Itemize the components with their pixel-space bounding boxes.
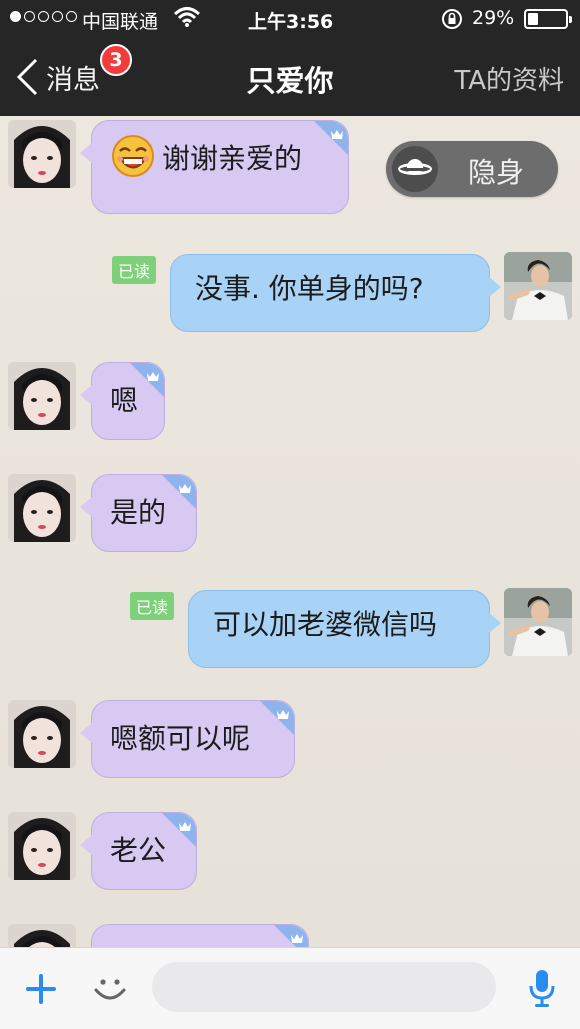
profile-button[interactable]: TA的资料 bbox=[454, 60, 564, 97]
message-bubble-incoming[interactable]: 是的 bbox=[80, 474, 197, 552]
smile-icon[interactable] bbox=[92, 970, 128, 1006]
message-bubble-outgoing[interactable]: 可以加老婆微信吗 bbox=[188, 590, 501, 668]
carrier-name: 中国联通 bbox=[82, 11, 159, 33]
grin-emoji-icon bbox=[110, 133, 156, 179]
message-text: 是的 bbox=[110, 496, 167, 529]
nav-bar: 消息 3 只爱你 TA的资料 bbox=[0, 38, 580, 116]
message-input[interactable] bbox=[152, 962, 496, 1012]
message-bubble-incoming[interactable]: 嗯 bbox=[80, 362, 165, 440]
message-bubble-incoming[interactable]: 嗯额可以呢 bbox=[80, 700, 295, 778]
message-bubble-incoming[interactable] bbox=[91, 924, 309, 947]
clock: 上午3:56 bbox=[248, 11, 334, 33]
battery-icon bbox=[524, 9, 572, 29]
planet-icon bbox=[392, 146, 438, 192]
my-avatar[interactable] bbox=[504, 252, 572, 320]
back-button[interactable]: 消息 bbox=[14, 54, 100, 100]
signal-dots-icon bbox=[10, 11, 77, 22]
status-bar: 中国联通 上午3:56 29% bbox=[0, 0, 580, 38]
contact-avatar[interactable] bbox=[8, 700, 76, 768]
message-bubble-outgoing[interactable]: 没事. 你单身的吗? bbox=[170, 254, 501, 332]
crown-tag-icon bbox=[274, 925, 308, 947]
my-avatar[interactable] bbox=[504, 588, 572, 656]
crown-tag-icon bbox=[130, 363, 164, 397]
wifi-icon bbox=[174, 7, 200, 27]
microphone-icon[interactable] bbox=[528, 968, 556, 1008]
contact-avatar[interactable] bbox=[8, 924, 76, 947]
contact-avatar[interactable] bbox=[8, 120, 76, 188]
message-text: 没事. 你单身的吗? bbox=[195, 272, 424, 305]
chevron-left-icon bbox=[16, 58, 38, 96]
message-text: 可以加老婆微信吗 bbox=[213, 608, 438, 641]
message-bubble-incoming[interactable]: 老公 bbox=[80, 812, 197, 890]
contact-avatar[interactable] bbox=[8, 812, 76, 880]
crown-tag-icon bbox=[162, 813, 196, 847]
rotation-lock-icon bbox=[442, 9, 462, 29]
read-receipt: 已读 bbox=[130, 592, 175, 620]
contact-avatar[interactable] bbox=[8, 474, 76, 542]
plus-icon[interactable] bbox=[24, 972, 58, 1006]
crown-tag-icon bbox=[314, 121, 348, 155]
message-text: 嗯额可以呢 bbox=[110, 722, 251, 755]
chat-area[interactable]: 谢谢亲爱的 隐身 已读 没事. 你单身的吗? 嗯 是的 已读 可以加老婆微信吗 bbox=[0, 116, 580, 947]
message-text: 老公 bbox=[110, 834, 167, 867]
stealth-toggle[interactable]: 隐身 bbox=[386, 141, 558, 197]
stealth-label: 隐身 bbox=[468, 156, 525, 189]
read-receipt: 已读 bbox=[112, 256, 157, 284]
input-bar bbox=[0, 947, 580, 1029]
battery-percent: 29% bbox=[472, 7, 515, 29]
message-bubble-incoming[interactable]: 谢谢亲爱的 bbox=[80, 120, 349, 214]
contact-avatar[interactable] bbox=[8, 362, 76, 430]
crown-tag-icon bbox=[162, 475, 196, 509]
crown-tag-icon bbox=[260, 701, 294, 735]
unread-badge: 3 bbox=[100, 44, 132, 76]
back-label: 消息 bbox=[46, 64, 100, 96]
message-text: 谢谢亲爱的 bbox=[162, 142, 303, 175]
